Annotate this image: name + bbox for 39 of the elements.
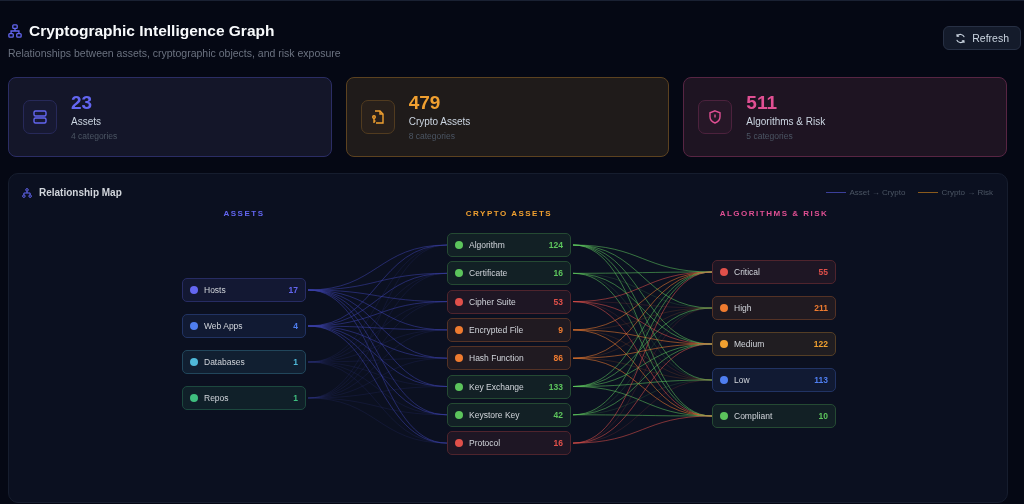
page-title: Cryptographic Intelligence Graph [29,22,275,40]
graph-node[interactable]: Algorithm 124 [447,233,571,257]
graph-node[interactable]: Encrypted File 9 [447,317,571,342]
hierarchy-icon [8,24,22,38]
stat-sublabel: 8 categories [408,131,456,141]
graph-node[interactable]: Hosts 17 [182,278,306,302]
shield-alert-icon [707,109,724,125]
graph-node[interactable]: Critical 55 [712,260,836,284]
refresh-icon [955,32,967,44]
graph-node[interactable]: Cipher Suite 53 [447,289,571,314]
stat-value: 479 [408,93,442,112]
graph-node[interactable]: High 211 [712,296,836,320]
graph-node[interactable]: Key Exchange 133 [447,374,571,399]
graph-node[interactable]: Web Apps 4 [182,314,306,338]
page-subtitle: Relationships between assets, cryptographic objects, and risk exposure [8,47,341,59]
legend-label: Asset → Crypto [849,188,906,197]
stat-value: 23 [71,93,94,112]
graph-node[interactable]: Certificate 16 [447,261,571,286]
column-heading: ASSETS [222,209,266,218]
hierarchy-icon [22,187,32,198]
panel-title: Relationship Map [39,187,122,198]
graph-node[interactable]: Keystore Key 42 [447,402,571,427]
graph-node[interactable]: Hash Function 86 [447,346,571,371]
graph-node[interactable]: Repos 1 [182,386,306,410]
stat-label: Assets [71,116,102,127]
graph-node[interactable]: Compliant 10 [712,404,836,428]
refresh-button[interactable]: Refresh [943,26,1021,50]
column-heading: ALGORITHMS & RISK [718,209,830,218]
graph-node[interactable]: Protocol 16 [447,431,571,456]
graph-node[interactable]: Databases 1 [182,350,306,374]
server-icon [32,109,48,125]
column-heading: CRYPTO ASSETS [464,209,554,218]
stat-sublabel: 5 categories [746,131,794,141]
file-key-icon [369,109,386,125]
graph-node[interactable]: Medium 122 [712,332,836,356]
stat-label: Algorithms & Risk [746,116,826,127]
stat-label: Crypto Assets [408,116,471,127]
stat-value: 511 [746,93,778,112]
graph-node[interactable]: Low 113 [712,368,836,392]
